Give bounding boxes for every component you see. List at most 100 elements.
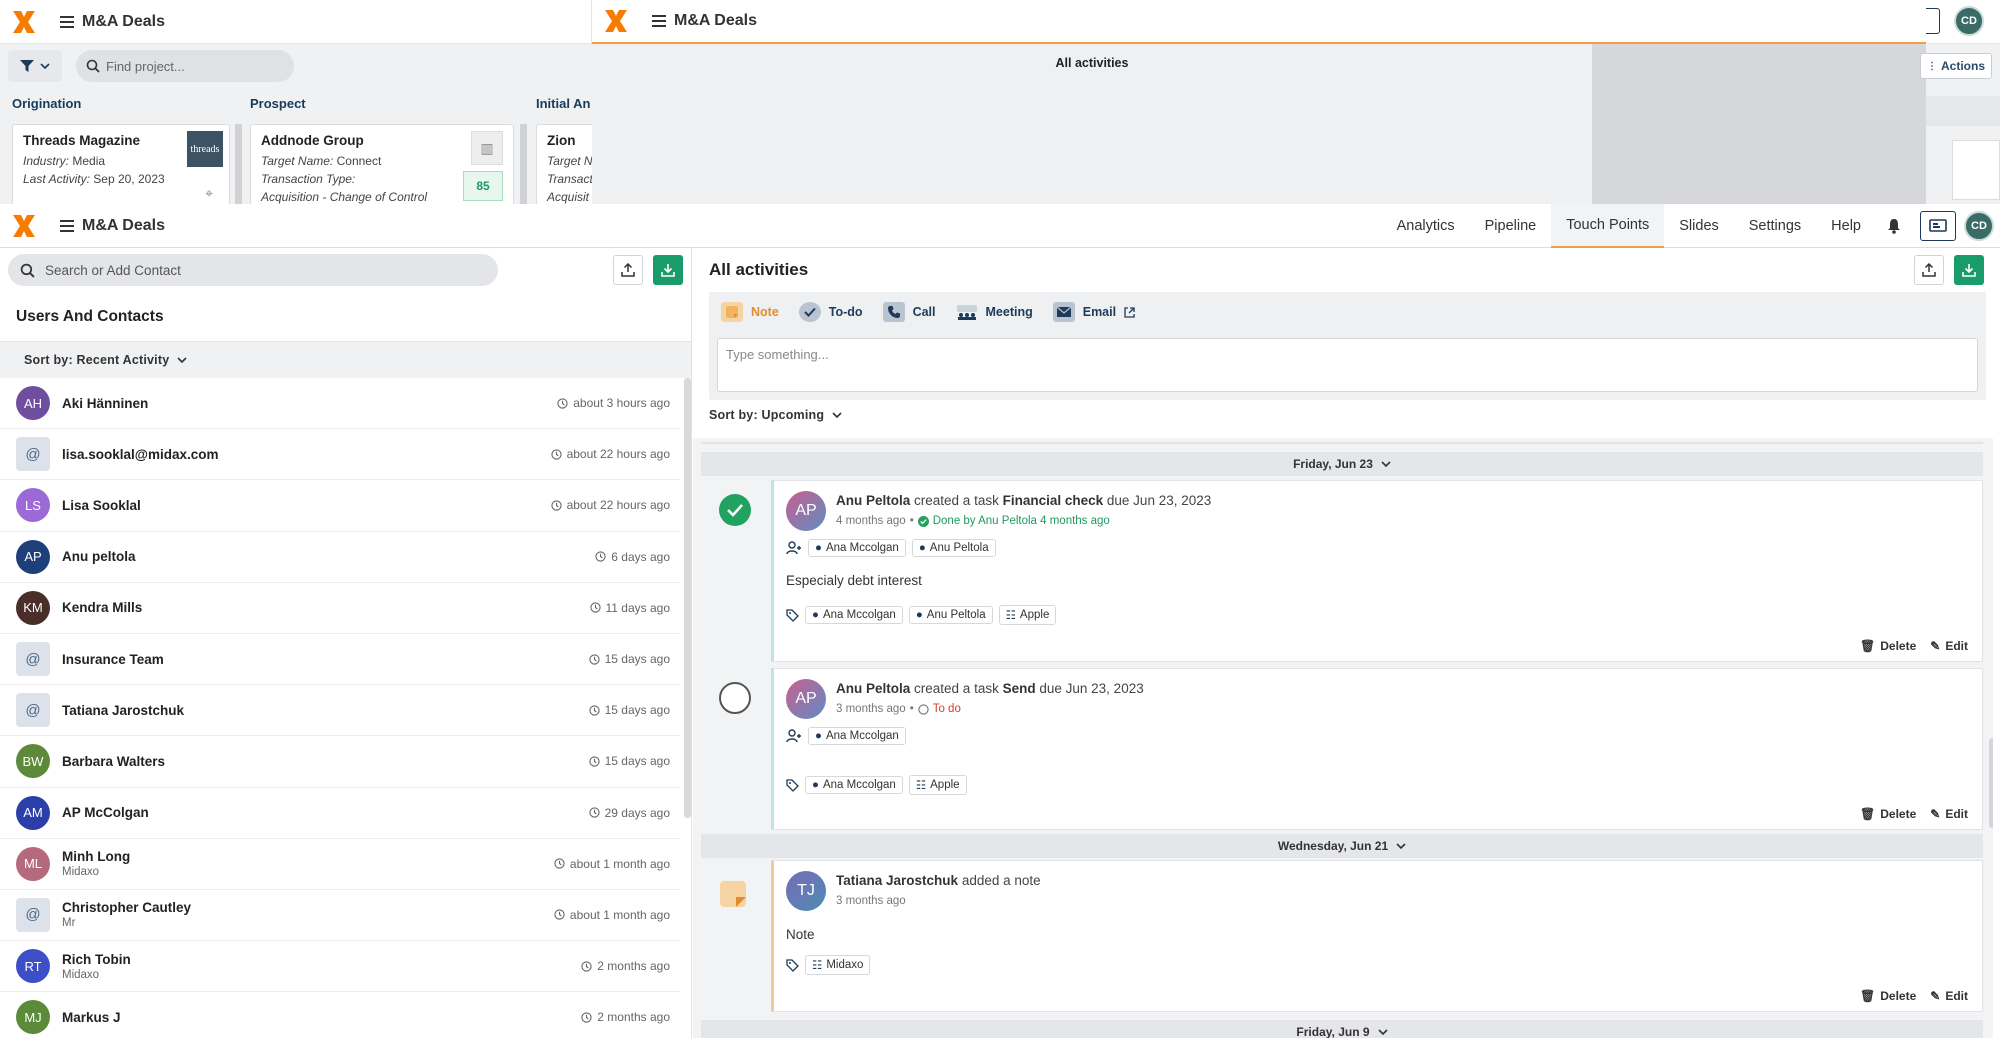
clock-icon [557, 397, 568, 409]
deal-field-label: Target N [547, 154, 593, 168]
date-group-header[interactable]: Wednesday, Jun 21 [701, 834, 1983, 858]
activities-download-button[interactable] [1954, 255, 1984, 285]
contact-row[interactable]: KM Kendra Mills 11 days ago [0, 583, 680, 634]
export-button[interactable] [613, 255, 643, 285]
app-title: M&A Deals [82, 12, 165, 30]
pin-icon[interactable]: ⌖ [205, 185, 213, 202]
activity-actor[interactable]: Anu Peltola [836, 681, 910, 696]
menu-toggle[interactable]: M&A Deals [652, 12, 757, 30]
filter-button[interactable] [8, 50, 62, 82]
contact-row[interactable]: AP Anu peltola 6 days ago [0, 532, 680, 583]
download-icon [1962, 264, 1976, 277]
contact-row[interactable]: @ Insurance Team 15 days ago [0, 634, 680, 686]
nav-touch-points[interactable]: Touch Points [1551, 204, 1665, 248]
tag-chip[interactable]: ☷ Apple [998, 605, 1057, 625]
pipeline-stages: Origination Prospect Initial An Threads … [0, 88, 606, 224]
tag-chip[interactable]: ● Ana Mccolgan [805, 606, 903, 624]
assignee-chip[interactable]: ● Anu Peltola [911, 539, 996, 557]
type-call[interactable]: Call [882, 302, 936, 322]
nav-settings[interactable]: Settings [1734, 204, 1816, 248]
delete-button[interactable]: 🗑 Delete [1860, 989, 1916, 1003]
download-button[interactable] [653, 255, 683, 285]
user-avatar[interactable]: CD [1954, 6, 1984, 36]
contact-name: Lisa Sooklal [62, 497, 141, 513]
activity-text-input[interactable]: Type something... [717, 338, 1978, 392]
type-note[interactable]: Note [721, 302, 779, 322]
activity-body: Note [786, 927, 815, 942]
activity-composer: Note To-do Call Meeting Email Type somet… [709, 292, 1986, 400]
chip-label: Ana Mccolgan [825, 542, 899, 554]
contact-time-label: about 22 hours ago [566, 447, 670, 462]
contacts-scrollbar[interactable] [684, 378, 691, 818]
background-right-window: CD ⋮ Actions [1920, 0, 2000, 204]
avatar: MJ [16, 1000, 50, 1035]
deal-field-label: Transaction Type: [261, 172, 356, 186]
task-todo-toggle[interactable] [719, 682, 751, 714]
assignee-chip[interactable]: ● Ana Mccolgan [808, 727, 906, 745]
contact-row[interactable]: AM AP McColgan 29 days ago [0, 788, 680, 839]
task-done-toggle[interactable] [719, 494, 751, 526]
activities-scrollbar[interactable] [1989, 738, 1993, 828]
contact-row[interactable]: RT Rich Tobin Midaxo 2 months ago [0, 941, 680, 993]
date-group-header[interactable]: Friday, Jun 23 [701, 452, 1983, 476]
contact-row[interactable]: @ Tatiana Jarostchuk 15 days ago [0, 685, 680, 737]
edit-button[interactable]: ✎ Edit [1930, 989, 1968, 1003]
person-icon: ● [812, 779, 819, 791]
actions-button[interactable]: ⋮ Actions [1920, 53, 1992, 79]
app-title: M&A Deals [674, 12, 757, 29]
activities-sort[interactable]: Sort by: Upcoming [709, 408, 842, 422]
find-project-input[interactable]: Find project... [76, 50, 294, 82]
type-email[interactable]: Email [1052, 302, 1135, 322]
contact-row[interactable]: MJ Markus J 2 months ago [0, 992, 680, 1038]
delete-button[interactable]: 🗑 Delete [1860, 639, 1916, 653]
tag-chip[interactable]: ● Ana Mccolgan [805, 776, 903, 794]
pencil-icon: ✎ [1930, 807, 1941, 821]
contact-row[interactable]: ML Minh Long Midaxo about 1 month ago [0, 839, 680, 890]
background-activities-window: M&A Deals All activities [592, 0, 1926, 204]
brand-logo-icon[interactable] [2, 0, 46, 44]
activity-actor[interactable]: Anu Peltola [836, 493, 910, 508]
avatar: TJ [786, 871, 826, 911]
brand-logo-icon[interactable] [2, 204, 46, 248]
nav-analytics[interactable]: Analytics [1382, 204, 1470, 248]
edit-button[interactable]: ✎ Edit [1930, 807, 1968, 821]
contact-time-label: about 22 hours ago [566, 498, 670, 513]
contact-row[interactable]: LS Lisa Sooklal about 22 hours ago [0, 480, 680, 532]
contact-name-block: Anu peltola [62, 549, 136, 564]
app-title: M&A Deals [82, 216, 165, 234]
tag-chip[interactable]: ● Anu Peltola [908, 606, 993, 624]
contact-time-label: about 1 month ago [569, 907, 670, 922]
tag-chip[interactable]: ☷ Midaxo [805, 955, 871, 975]
nav-help[interactable]: Help [1816, 204, 1876, 248]
type-todo[interactable]: To-do [798, 302, 863, 322]
date-group-header[interactable]: Friday, Jun 9 [701, 1020, 1983, 1038]
contact-search-input[interactable]: Search or Add Contact [8, 254, 498, 286]
activity-task-name: Financial check [1002, 493, 1104, 508]
delete-button[interactable]: 🗑 Delete [1860, 807, 1916, 821]
menu-toggle[interactable]: M&A Deals [60, 13, 165, 31]
contact-row[interactable]: @ Christopher Cautley Mr about 1 month ago [0, 890, 680, 942]
contact-row[interactable]: @ lisa.sooklal@midax.com about 22 hours ag… [0, 429, 680, 481]
menu-toggle[interactable]: M&A Deals [60, 217, 165, 235]
contact-card-button[interactable] [1920, 211, 1956, 241]
notifications-button[interactable] [1876, 211, 1912, 241]
contact-card-icon[interactable] [1926, 8, 1940, 34]
contact-row[interactable]: BW Barbara Walters 15 days ago [0, 736, 680, 788]
deal-field-label: Transact [547, 172, 593, 186]
contact-last-activity: about 22 hours ago [550, 498, 670, 513]
edit-button[interactable]: ✎ Edit [1930, 639, 1968, 653]
activity-due: due Jun 23, 2023 [1106, 493, 1212, 508]
activity-actor[interactable]: Tatiana Jarostchuk [836, 873, 958, 888]
brand-logo-icon[interactable] [594, 0, 638, 43]
nav-slides[interactable]: Slides [1664, 204, 1734, 248]
trash-icon: 🗑 [1860, 989, 1876, 1003]
tag-icon [786, 778, 799, 792]
contact-row[interactable]: AH Aki Hänninen about 3 hours ago [0, 378, 680, 430]
nav-pipeline[interactable]: Pipeline [1470, 204, 1552, 248]
tag-chip[interactable]: ☷ Apple [908, 775, 967, 795]
assignee-chip[interactable]: ● Ana Mccolgan [808, 539, 906, 557]
activities-export-button[interactable] [1914, 255, 1944, 285]
contacts-sort[interactable]: Sort by: Recent Activity [0, 342, 691, 378]
user-avatar[interactable]: CD [1964, 211, 1994, 241]
type-meeting[interactable]: Meeting [956, 302, 1033, 322]
